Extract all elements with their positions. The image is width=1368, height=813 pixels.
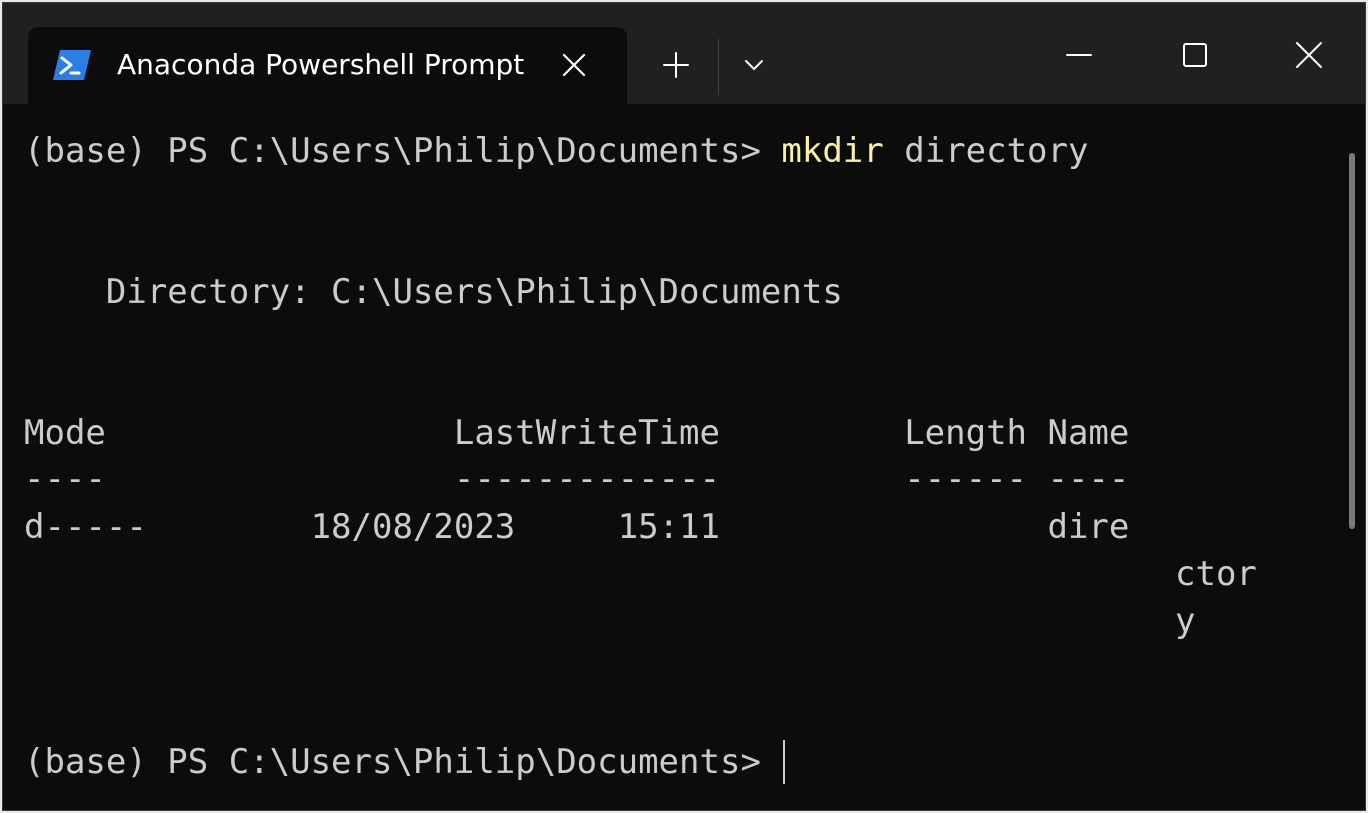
prompt-line-current: (base) PS C:\Users\Philip\Documents> — [24, 740, 786, 784]
chevron-down-icon[interactable] — [731, 43, 777, 89]
minimize-icon[interactable] — [1039, 25, 1119, 85]
prompt-line: (base) PS C:\Users\Philip\Documents> mkd… — [24, 129, 1088, 173]
table-row-wrap: ctor — [1175, 554, 1257, 594]
directory-line: Directory: C:\Users\Philip\Documents — [24, 272, 843, 312]
close-icon[interactable] — [1269, 25, 1349, 85]
plus-icon[interactable] — [653, 43, 699, 89]
terminal-window: Anaconda Powershell Prompt (base) PS C:\… — [2, 2, 1366, 811]
prompt-text: (base) PS C:\Users\Philip\Documents> — [24, 131, 782, 171]
command-argument: directory — [883, 131, 1089, 171]
powershell-icon — [53, 50, 91, 80]
maximize-icon[interactable] — [1155, 25, 1235, 85]
title-bar[interactable]: Anaconda Powershell Prompt — [3, 3, 1365, 104]
text-cursor — [783, 740, 786, 784]
table-separator: ---- ------------- ------ ---- — [24, 459, 1130, 499]
tab-separator — [718, 39, 719, 95]
command-name: mkdir — [781, 131, 884, 171]
tab-title: Anaconda Powershell Prompt — [117, 48, 525, 81]
prompt-text: (base) PS C:\Users\Philip\Documents> — [24, 742, 782, 782]
table-row: d----- 18/08/2023 15:11 dire — [24, 507, 1130, 547]
scrollbar[interactable] — [1349, 153, 1355, 529]
terminal-output[interactable]: (base) PS C:\Users\Philip\Documents> mkd… — [3, 104, 1333, 810]
close-icon[interactable] — [558, 49, 590, 81]
table-header: Mode LastWriteTime Length Name — [24, 413, 1130, 453]
table-row-wrap: y — [1175, 601, 1196, 641]
tab-anaconda-powershell[interactable]: Anaconda Powershell Prompt — [28, 27, 627, 104]
